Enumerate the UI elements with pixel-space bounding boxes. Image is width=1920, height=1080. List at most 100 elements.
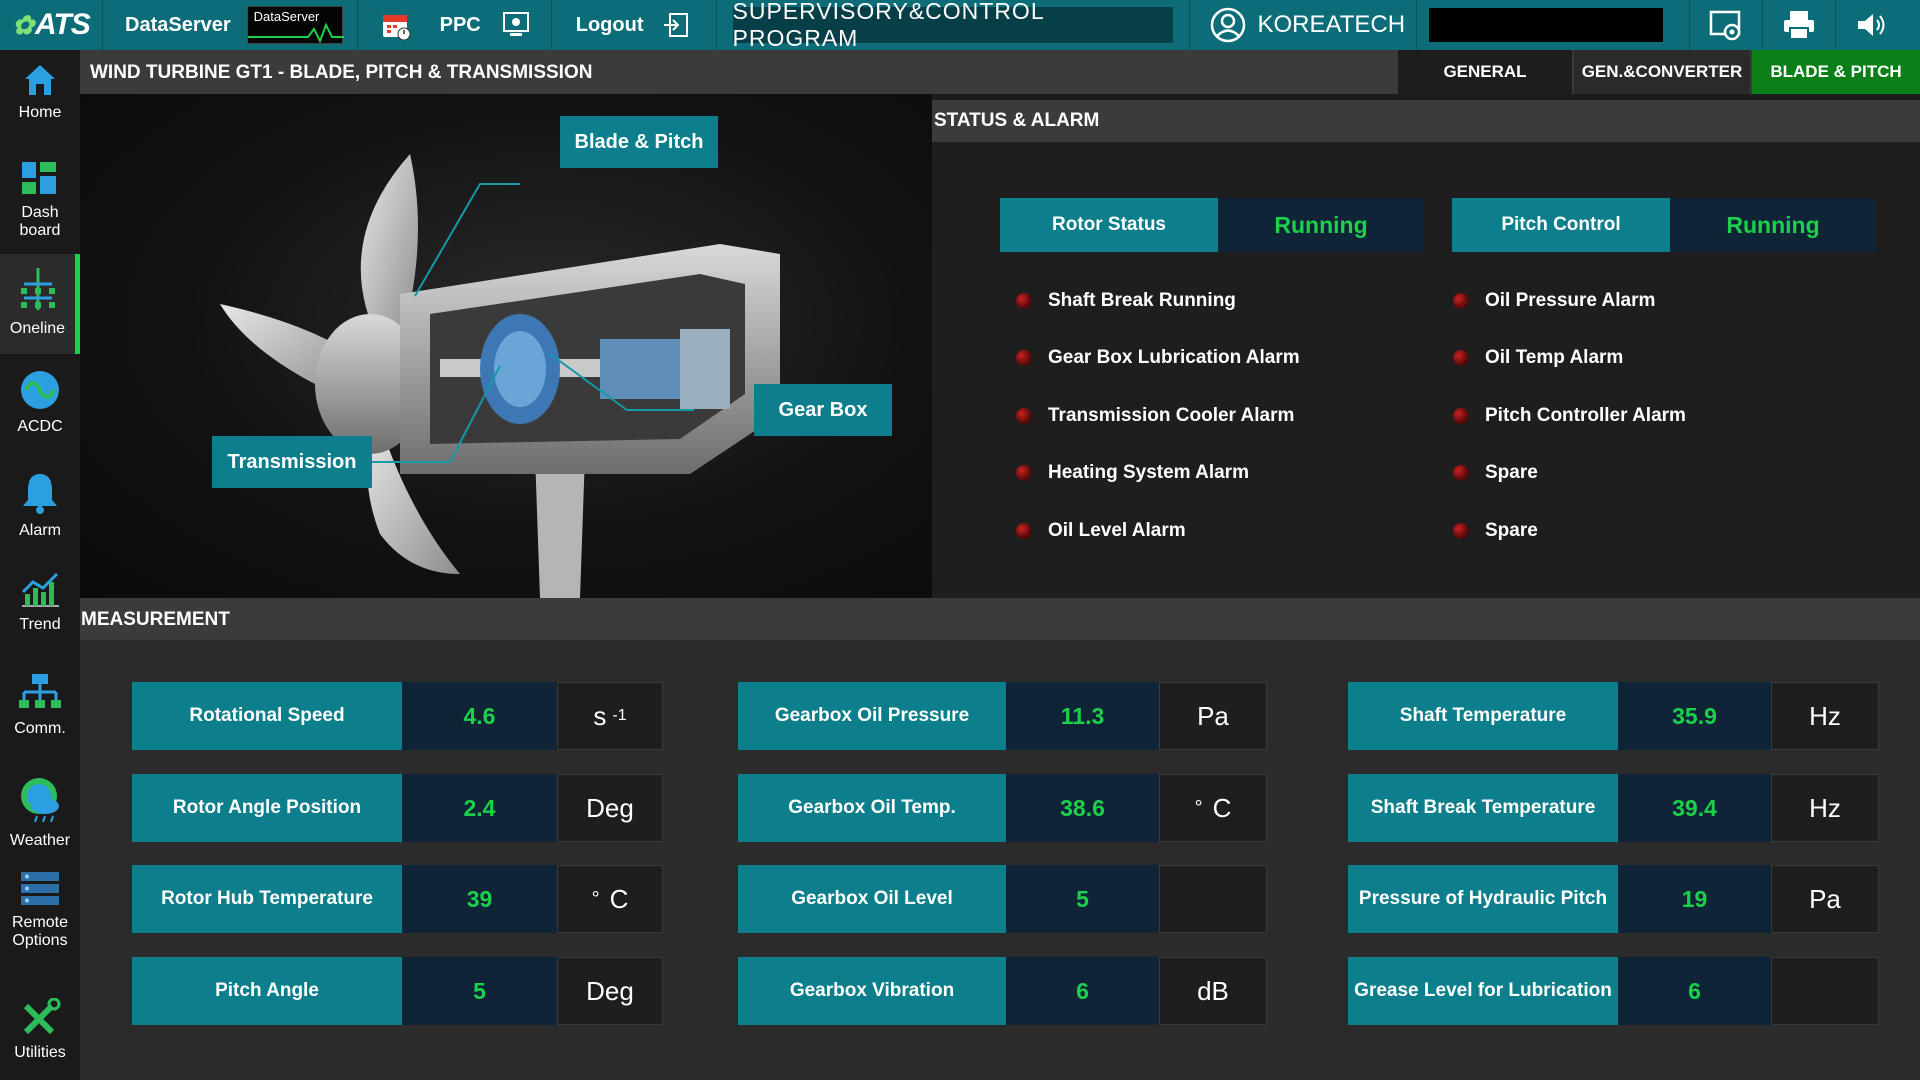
alarm-indicator [1016,523,1032,539]
sidebar-item-oneline[interactable]: Oneline [0,254,80,354]
speaker-icon [1857,14,1884,36]
home-icon [25,65,55,95]
logout-label[interactable]: Logout [552,0,658,50]
sidebar-item-label: Trend [19,616,61,633]
sidebar-item-utilities[interactable]: Utilities [0,998,80,1078]
sidebar-item-label: Oneline [9,320,66,337]
page-header: WIND TURBINE GT1 - BLADE, PITCH & TRANSM… [80,50,1920,94]
alarm-item: Transmission Cooler Alarm [1016,405,1294,427]
tab-blade-pitch[interactable]: BLADE & PITCH [1752,50,1920,94]
weather-icon [21,778,59,823]
user-name: KOREATECH [1257,11,1406,38]
alarm-label: Transmission Cooler Alarm [1048,405,1295,426]
turbine-illustration: Blade & Pitch Transmission Gear Box [80,94,932,598]
measurement-unit [1771,957,1879,1025]
alarm-message-box [1428,8,1663,42]
measurement-unit: ° C [1159,774,1267,842]
screenshot-button[interactable] [1690,0,1762,50]
calendar-icon [382,15,411,41]
callout-blade-pitch[interactable]: Blade & Pitch [560,116,718,168]
sidebar-item-acdc[interactable]: ACDC [0,368,80,458]
trend-icon [21,572,59,607]
network-icon [19,674,61,708]
measurement-unit: s -1 [557,682,663,750]
alarm-item: Oil Pressure Alarm [1453,290,1655,312]
alarm-indicator [1453,293,1469,309]
alarm-item: Spare [1453,462,1538,484]
pitch-control-label: Pitch Control [1452,198,1670,252]
measurement-unit: Hz [1771,774,1879,842]
alarm-indicator [1016,465,1032,481]
measurement-label: Rotational Speed [132,682,402,750]
measurement-label: Shaft Temperature [1348,682,1618,750]
unit-superscript: ° [591,887,600,910]
sidebar-item-label: Dash board [19,204,61,239]
status-alarm-panel: Rotor Status Running Pitch Control Runni… [932,142,1920,598]
measurement-value: 38.6 [1006,774,1159,842]
remote-icon [21,872,59,905]
measurement-value: 19 [1618,865,1771,933]
alarm-label: Spare [1485,520,1538,541]
sidebar-item-home[interactable]: Home [0,62,80,144]
dashboard-icon [22,162,56,194]
tab-gen-converter[interactable]: GEN.&CONVERTER [1574,50,1750,94]
alarm-label: Oil Pressure Alarm [1485,290,1656,311]
alarm-indicator [1453,523,1469,539]
measurement-unit: Deg [557,957,663,1025]
measurement-header: MEASUREMENT [80,598,1920,640]
logout-icon [663,13,688,37]
measurement-unit: Hz [1771,682,1879,750]
measurement-value: 4.6 [402,682,557,750]
measurement-value: 39 [402,865,557,933]
sound-button[interactable] [1836,0,1908,50]
print-button[interactable] [1763,0,1835,50]
page-title: WIND TURBINE GT1 - BLADE, PITCH & TRANSM… [90,62,593,83]
calendar-button[interactable] [358,0,434,50]
unit-text: C [609,883,629,914]
callout-gear-box[interactable]: Gear Box [754,384,892,436]
measurement-value: 6 [1006,957,1159,1025]
logout-button[interactable] [658,0,694,50]
unit-text: Deg [586,975,634,1006]
alarm-item: Pitch Controller Alarm [1453,405,1686,427]
rotor-status-value: Running [1218,198,1424,252]
sidebar-item-comm[interactable]: Comm. [0,672,80,764]
alarm-indicator [1453,408,1469,424]
measurement-unit: Pa [1771,865,1879,933]
program-title: SUPERVISORY&CONTROL PROGRAM [732,0,1173,51]
measurement-value: 35.9 [1618,682,1771,750]
ppc-label[interactable]: PPC [434,0,491,50]
sidebar-item-label: Remote Options [11,914,69,949]
measurement-panel: Rotational Speed 4.6 s -1 Rotor Angle Pos… [80,640,1920,1080]
alarm-label: Spare [1485,462,1538,483]
measurement-label: Gearbox Oil Pressure [738,682,1006,750]
alarm-label: Oil Temp Alarm [1485,347,1624,368]
sidebar-item-remote-options[interactable]: Remote Options [0,868,80,978]
sidebar-item-label: ACDC [17,418,63,435]
ats-logo[interactable]: ✿ ATS [0,0,102,50]
sidebar-item-weather[interactable]: Weather [0,774,80,878]
alarm-label: Gear Box Lubrication Alarm [1048,347,1300,368]
measurement-label: Gearbox Oil Temp. [738,774,1006,842]
sidebar-item-trend[interactable]: Trend [0,568,80,660]
alarm-label: Pitch Controller Alarm [1485,405,1686,426]
measurement-value: 2.4 [402,774,557,842]
dataserver-label[interactable]: DataServer [103,0,243,50]
ppc-button[interactable] [491,0,541,50]
user-account[interactable]: KOREATECH [1190,0,1410,50]
unit-text: Pa [1809,883,1841,914]
oneline-icon [20,268,55,310]
sidebar-item-alarm[interactable]: Alarm [0,470,80,560]
measurement-label: Rotor Angle Position [132,774,402,842]
dataserver-status-box[interactable]: DataServer [246,6,344,44]
unit-text: C [1212,792,1232,823]
measurement-label: Rotor Hub Temperature [132,865,402,933]
measurement-label: Gearbox Oil Level [738,865,1006,933]
heartbeat-icon [247,22,344,43]
callout-transmission[interactable]: Transmission [212,436,372,488]
unit-text: Deg [586,792,634,823]
tab-general[interactable]: GENERAL [1398,50,1572,94]
alarm-label: Heating System Alarm [1048,462,1249,483]
logo-text: ATS [35,8,91,41]
sidebar-item-dashboard[interactable]: Dash board [0,158,80,254]
